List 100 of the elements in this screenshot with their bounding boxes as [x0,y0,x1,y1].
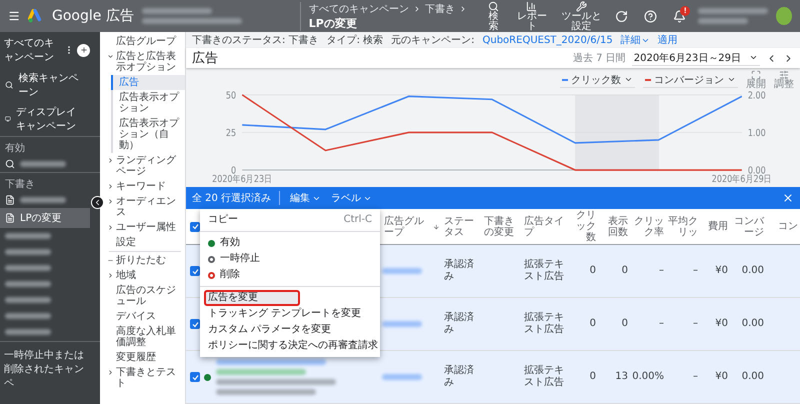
nav-item[interactable]: 折りたたむ [105,253,185,268]
column-header[interactable]: コン [766,220,800,233]
bar-chart-icon [526,0,538,12]
sidebar-title[interactable]: すべてのキャンペーン [4,36,61,64]
nav-item[interactable]: 広告 [111,75,185,90]
details-link[interactable]: 詳細 [620,33,650,47]
metric-dropdown[interactable]: コンバージョン [643,72,738,88]
menu-item[interactable]: ポリシーに関する決定への再審査請求 [200,338,380,354]
row-checkbox[interactable] [190,372,200,382]
table-cell-text: 拡張テキスト広告 [523,365,565,389]
column-header[interactable]: クリック数 [566,209,598,244]
caret-down-icon [107,53,114,60]
nav-item[interactable]: ランディングページ [105,153,185,179]
column-header[interactable]: ステータス [442,214,482,238]
column-header[interactable]: クリック率 [630,214,666,238]
column-header[interactable]: 表示回数 [598,214,630,238]
redacted-text [5,249,51,255]
chevron-left-icon [93,198,102,207]
expand-icon [751,70,761,80]
column-header[interactable]: 広告グループ [382,214,442,238]
redacted-text [5,233,51,239]
table-cell-text: ¥0 [714,371,729,383]
row-checkbox[interactable] [190,266,200,276]
avatar[interactable] [776,7,792,25]
sidebar-item[interactable]: 検索キャンペーン [0,68,90,102]
label-dropdown[interactable]: ラベル [331,191,372,205]
date-range-dropdown[interactable]: 2020年6月23日～29日 [632,50,760,66]
menu-icon[interactable] [8,9,20,23]
page-heading: 広告 [192,50,218,67]
metric-dropdown[interactable]: クリック数 [560,72,635,88]
refresh-icon [615,10,628,22]
search-icon [5,80,14,90]
axis-label: 2020年6月23日 [212,174,272,186]
header-checkbox[interactable] [190,222,200,232]
column-header[interactable]: 下書きの変更 [482,214,522,238]
nav-item[interactable]: オーディエンス [105,194,185,220]
nav-item[interactable]: 広告のスケジュール [105,283,185,309]
menu-item[interactable]: 広告を変更 [204,290,300,306]
menu-item[interactable]: コピー Ctrl-C [200,212,380,228]
toolbar-button[interactable]: 検索 [482,0,504,32]
edit-dropdown[interactable]: 編集 [290,191,322,205]
column-header[interactable]: 平均クリッ [666,214,700,238]
menu-item[interactable]: カスタム パラメータを変更 [200,322,380,338]
plus-icon [80,46,88,54]
axis-label: 50 [226,90,236,102]
caret-down-icon [749,53,758,62]
range-label: 過去 7 日間 [573,52,626,65]
redacted-text [5,313,51,319]
menu-item[interactable]: 削除 [200,267,380,283]
nav-item[interactable]: 広告グループ [105,34,185,49]
search-icon [488,0,500,12]
sidebar-item[interactable]: ディスプレイキャンペーン [0,102,90,136]
draft-type: タイプ: 検索 [326,34,384,47]
toolbar-button[interactable]: レポート [512,0,552,32]
nav-item[interactable]: キーワード [105,179,185,194]
column-header[interactable]: 広告タイプ [522,214,566,238]
check-icon [192,374,198,380]
row-checkbox[interactable] [190,319,200,329]
collapse-button[interactable] [91,196,104,209]
google-ads-logo-icon [28,8,44,24]
nav-item[interactable]: 設定 [105,235,185,250]
table-cell-text: 拡張テキスト広告 [523,259,565,283]
nav-item[interactable]: 下書きとテスト [105,365,185,391]
breadcrumb-link[interactable]: 下書き [424,2,455,16]
column-header[interactable]: 費用 [700,220,730,233]
table-cell-text: 0.00% [631,371,665,383]
table-cell-text: – [692,371,699,383]
table-cell-text: 0.00 [740,318,765,330]
table-cell-text: 0 [620,318,629,330]
page-title: LPの変更 [308,16,358,30]
table-cell-text: 拡張テキスト広告 [523,312,565,336]
source-campaign-link[interactable]: QuboREQUEST_2020/6/15 [482,34,613,46]
table-cell-text: 0 [620,265,629,277]
table-cell-text: – [658,265,665,277]
add-button[interactable] [77,44,90,56]
nav-item[interactable]: 変更履歴 [105,350,185,365]
nav-item[interactable]: デバイス [105,309,185,324]
draft-status: 下書きのステータス: 下書き [192,34,319,47]
source-label: 元のキャンペーン: [391,34,474,47]
wrench-icon [576,0,587,12]
column-header[interactable]: コンバージ [730,214,766,238]
axis-label: 0 [231,166,236,177]
redacted-account [698,8,768,24]
toolbar-button[interactable]: ツールと設定 [559,0,604,32]
table-cell-text: ¥0 [714,265,729,277]
nav-item[interactable]: ユーザー属性 [105,220,185,235]
nav-item[interactable]: 高度な入札単価調整 [105,324,185,350]
apply-link[interactable]: 適用 [658,33,678,47]
sidebar-item[interactable]: LPの変更 [0,208,90,228]
menu-item[interactable]: 一時停止 [200,251,380,267]
close-icon[interactable] [782,192,794,204]
nav-item[interactable]: 地域 [105,268,185,283]
notifications-button[interactable]: ! [669,6,690,26]
sliders-icon [779,70,789,80]
breadcrumb-link[interactable]: すべてのキャンペーン [308,2,409,16]
menu-item[interactable]: トラッキング テンプレートを変更 [200,306,380,322]
table-cell-text: 承認済み [443,259,475,283]
nav-item[interactable]: 広告と広告表示オプション [105,49,185,75]
caret-right-icon [107,157,114,164]
table-cell-text: 13 [614,371,629,383]
